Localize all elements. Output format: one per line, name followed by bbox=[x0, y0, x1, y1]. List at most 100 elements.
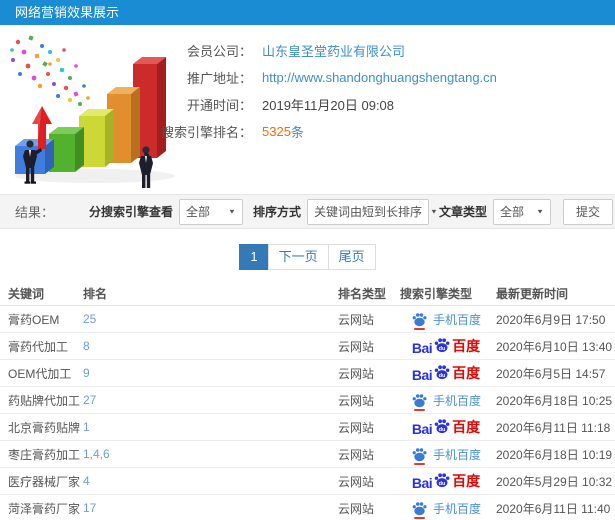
baidu-paw-icon bbox=[411, 392, 428, 411]
page-button-current[interactable]: 1 bbox=[239, 244, 269, 270]
mobile-baidu-badge: 手机百度 bbox=[411, 446, 481, 465]
keyword-cell: 医疗器械厂家 bbox=[8, 474, 81, 489]
rank-link[interactable]: 25 bbox=[83, 312, 96, 326]
rank-type-cell: 云网站 bbox=[338, 420, 375, 435]
updated-cell: 2020年6月18日 10:25 bbox=[496, 393, 613, 408]
updated-cell: 2020年6月5日 14:57 bbox=[496, 366, 606, 381]
ranking-suffix: 条 bbox=[290, 125, 304, 140]
opened-label: 开通时间： bbox=[186, 98, 252, 113]
sort-filter-label: 排序方式 bbox=[252, 205, 301, 219]
info-row-company: 会员公司： 山东皇圣堂药业有限公司 bbox=[150, 37, 497, 64]
baidu-paw-icon bbox=[411, 311, 428, 330]
table-row: OEM代加工 9 云网站 Bai du 百度 2020年6月5日 14:57 bbox=[0, 360, 615, 387]
baidu-paw-icon bbox=[411, 500, 428, 519]
submit-button[interactable]: 提交 bbox=[562, 198, 613, 225]
page: 网络营销效果展示 会员公司： 山东皇圣堂药业有限公司 推广地址： http://… bbox=[0, 0, 615, 520]
top-section: 会员公司： 山东皇圣堂药业有限公司 推广地址： http://www.shand… bbox=[0, 25, 615, 194]
red-underline bbox=[413, 516, 425, 519]
updated-cell: 2020年5月29日 10:32 bbox=[496, 474, 613, 489]
updated-cell: 2020年6月18日 10:19 bbox=[496, 447, 613, 462]
rank-type-cell: 云网站 bbox=[338, 393, 375, 408]
chevron-down-icon: ▼ bbox=[536, 207, 544, 216]
table-row: 膏药OEM 25 云网站 手机百度 2020年6月9日 17:50 bbox=[0, 306, 615, 333]
engine-cell: Bai du 百度 bbox=[396, 417, 496, 437]
article-type-select[interactable]: 全部 ▼ bbox=[492, 198, 551, 225]
rank-link[interactable]: 4 bbox=[83, 474, 90, 488]
keyword-cell: 膏药代加工 bbox=[8, 339, 69, 354]
chevron-down-icon: ▼ bbox=[429, 207, 438, 216]
next-page-button[interactable]: 下一页 bbox=[267, 244, 329, 270]
baidu-paw-icon: du bbox=[433, 363, 451, 384]
table-row: 医疗器械厂家 4 云网站 Bai du 百度 2020年5月29日 10:32 bbox=[0, 468, 615, 495]
baidu-logo-name: 百度 bbox=[452, 338, 481, 354]
bar-yellow bbox=[79, 109, 114, 167]
header-keyword: 关键词 bbox=[8, 287, 45, 301]
last-page-button[interactable]: 尾页 bbox=[327, 244, 376, 270]
engine-cell: Bai du 百度 bbox=[396, 471, 496, 491]
baidu-logo: Bai du 百度 bbox=[412, 363, 480, 383]
header-updated: 最新更新时间 bbox=[496, 287, 569, 301]
ranking-table: 关键词 排名 排名类型 搜索引擎类型 最新更新时间 膏药OEM 25 云网站 手… bbox=[0, 282, 615, 520]
keyword-cell: 枣庄膏药加工 bbox=[8, 447, 81, 462]
chevron-down-icon: ▼ bbox=[228, 207, 236, 216]
mobile-baidu-label: 手机百度 bbox=[432, 501, 481, 516]
rank-link[interactable]: 1 bbox=[83, 420, 90, 434]
confetti-dots bbox=[10, 35, 90, 106]
bar-green bbox=[49, 127, 84, 172]
page-title: 网络营销效果展示 bbox=[0, 0, 615, 25]
info-row-opened: 开通时间： 2019年11月20日 09:08 bbox=[150, 91, 497, 118]
baidu-logo-bai: Bai bbox=[411, 475, 433, 491]
rank-type-cell: 云网站 bbox=[338, 447, 375, 462]
info-row-ranking: 搜索引擎排名： 5325 条 bbox=[150, 118, 497, 145]
baidu-paw-icon bbox=[411, 446, 428, 465]
engine-cell: 手机百度 bbox=[396, 446, 496, 465]
red-underline bbox=[413, 327, 425, 330]
updated-cell: 2020年6月11日 11:40 bbox=[496, 501, 611, 516]
table-header-row: 关键词 排名 排名类型 搜索引擎类型 最新更新时间 bbox=[0, 282, 615, 306]
updated-cell: 2020年6月10日 13:40 bbox=[496, 339, 613, 354]
sort-select[interactable]: 关键词由短到长排序 ▼ bbox=[306, 198, 438, 225]
baidu-paw-icon: du bbox=[433, 417, 451, 438]
keyword-cell: 膏药OEM bbox=[8, 312, 60, 327]
article-type-label: 文章类型 bbox=[438, 205, 487, 219]
rank-link[interactable]: 9 bbox=[83, 366, 90, 380]
table-row: 药贴牌代加工 27 云网站 手机百度 2020年6月18日 10:25 bbox=[0, 387, 615, 414]
svg-text:du: du bbox=[439, 481, 446, 487]
company-link[interactable]: 山东皇圣堂药业有限公司 bbox=[262, 41, 405, 60]
engine-cell: 手机百度 bbox=[396, 500, 496, 519]
sort-select-value: 关键词由短到长排序 bbox=[313, 205, 422, 219]
engine-cell: Bai du 百度 bbox=[396, 336, 496, 356]
rank-link[interactable]: 27 bbox=[83, 393, 96, 407]
svg-text:du: du bbox=[439, 373, 446, 379]
svg-text:du: du bbox=[439, 346, 446, 352]
ranking-label: 搜索引擎排名： bbox=[160, 125, 252, 140]
baidu-logo-name: 百度 bbox=[452, 365, 481, 381]
engine-select-value: 全部 bbox=[185, 205, 210, 219]
baidu-logo: Bai du 百度 bbox=[412, 336, 480, 356]
keyword-cell: 菏泽膏药厂家 bbox=[8, 501, 81, 516]
baidu-logo-bai: Bai bbox=[411, 421, 433, 437]
header-engine-type: 搜索引擎类型 bbox=[400, 287, 473, 301]
rank-type-cell: 云网站 bbox=[338, 339, 375, 354]
table-row: 枣庄膏药加工 1,4,6 云网站 手机百度 2020年6月18日 10:19 bbox=[0, 441, 615, 468]
opened-time: 2019年11月20日 09:08 bbox=[262, 98, 395, 113]
engine-select[interactable]: 全部 ▼ bbox=[178, 198, 243, 225]
filter-bar: 结果： 分搜索引擎查看 全部 ▼ 排序方式 关键词由短到长排序 ▼ 文章类型 全… bbox=[0, 194, 615, 229]
promotion-url-link[interactable]: http://www.shandonghuangshengtang.cn bbox=[262, 70, 497, 85]
info-row-url: 推广地址： http://www.shandonghuangshengtang.… bbox=[150, 64, 497, 91]
company-label: 会员公司： bbox=[186, 44, 252, 59]
rank-type-cell: 云网站 bbox=[338, 501, 375, 516]
rank-type-cell: 云网站 bbox=[338, 312, 375, 327]
rank-link[interactable]: 17 bbox=[83, 501, 96, 515]
url-label: 推广地址： bbox=[186, 71, 252, 86]
keyword-cell: 药贴牌代加工 bbox=[8, 393, 81, 408]
baidu-logo: Bai du 百度 bbox=[412, 471, 480, 491]
baidu-logo-bai: Bai bbox=[411, 340, 433, 356]
baidu-logo-name: 百度 bbox=[452, 419, 481, 435]
table-row: 北京膏药贴牌 1 云网站 Bai du 百度 2020年6月11日 11:18 bbox=[0, 414, 615, 441]
rank-link[interactable]: 1,4,6 bbox=[83, 447, 110, 461]
rank-link[interactable]: 8 bbox=[83, 339, 90, 353]
member-info: 会员公司： 山东皇圣堂药业有限公司 推广地址： http://www.shand… bbox=[150, 37, 497, 145]
result-label: 结果： bbox=[15, 205, 55, 220]
baidu-logo-bai: Bai bbox=[411, 367, 433, 383]
